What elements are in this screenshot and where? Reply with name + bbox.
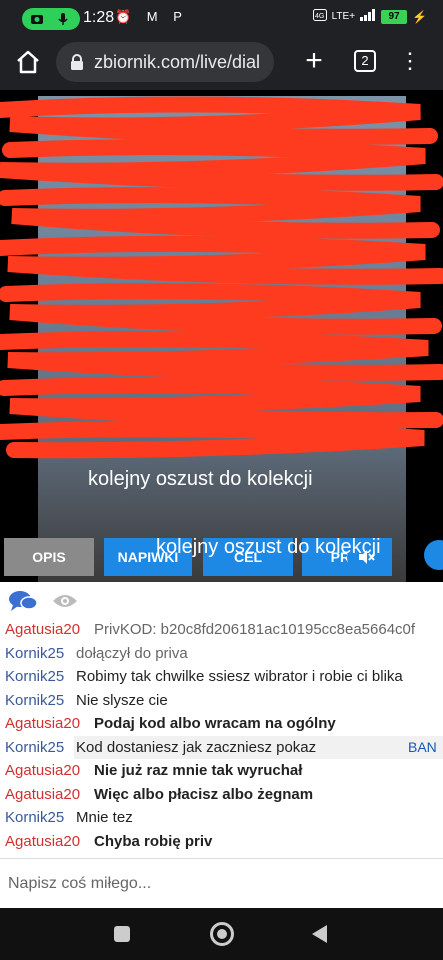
nickname[interactable]: Kornik25	[5, 642, 64, 665]
chat-message: Kornik25 Robimy tak chwilke ssiesz wibra…	[0, 665, 443, 689]
battery-icon: 97	[381, 9, 408, 24]
signal-icon	[360, 9, 376, 24]
camera-icon	[30, 12, 44, 26]
chat-message: Kornik25 Mnie tez	[0, 806, 443, 830]
message-text: Robimy tak chwilke ssiesz wibrator i rob…	[76, 668, 403, 685]
nickname[interactable]: Kornik25	[5, 689, 64, 712]
lock-icon	[70, 54, 84, 70]
back-icon[interactable]	[312, 925, 327, 943]
chat-message: Agatusia20 Podaj kod albo wracam na ogól…	[0, 712, 443, 736]
chat-message: Agatusia20 PrivKOD: b20c8fd206181ac10195…	[0, 618, 443, 642]
screen-record-indicator[interactable]	[22, 8, 80, 30]
opis-button[interactable]: OPIS	[4, 538, 94, 576]
chat-message: Agatusia20 Więc albo płacisz albo żegnam	[0, 783, 443, 807]
system-navigation-bar	[0, 908, 443, 960]
chat-message: Kornik25 Kod dostaniesz jak zaczniesz po…	[0, 735, 443, 760]
browser-toolbar: zbiornik.com/live/dial + 2 ⋮	[0, 34, 443, 90]
home-nav-icon[interactable]	[210, 922, 234, 946]
message-text: Kod dostaniesz jak zaczniesz pokaz	[76, 738, 317, 756]
eye-icon[interactable]	[52, 590, 78, 614]
redaction-scribble	[0, 96, 443, 459]
nickname[interactable]: Kornik25	[5, 665, 64, 688]
chat-message: Kornik25 dołączył do priva	[0, 642, 443, 666]
nickname[interactable]: Agatusia20	[5, 783, 80, 806]
new-tab-icon[interactable]: +	[298, 46, 330, 78]
nickname[interactable]: Agatusia20	[5, 618, 80, 641]
more-menu-icon[interactable]: ⋮	[398, 46, 422, 78]
notification-icons: ⏰ M P	[115, 9, 188, 24]
home-icon[interactable]	[12, 46, 44, 78]
message-text: Nie slysze cie	[76, 691, 168, 709]
tab-switcher-button[interactable]: 2	[354, 50, 376, 72]
nickname[interactable]: Agatusia20	[5, 712, 80, 735]
system-indicators: 4G LTE+ 97 ⚡	[312, 9, 427, 24]
message-text: PrivKOD: b20c8fd206181ac10195cc8ea5664c0…	[94, 621, 416, 638]
message-text: dołączył do priva	[76, 644, 188, 662]
chat-message: Agatusia20 Chyba robię priv	[0, 830, 443, 854]
chat-message-list: Agatusia20 PrivKOD: b20c8fd206181ac10195…	[0, 618, 443, 853]
chat-input-area	[0, 858, 443, 908]
live-video-player[interactable]: kolejny oszust do kolekcji OPIS NAPIWKI …	[0, 90, 443, 582]
message-text: Podaj kod albo wracam na ogólny	[94, 715, 336, 732]
nickname[interactable]: Agatusia20	[5, 759, 80, 782]
nickname[interactable]: Kornik25	[5, 736, 64, 759]
chat-input[interactable]	[8, 867, 436, 901]
chat-message: Agatusia20 Nie już raz mnie tak wyruchał	[0, 759, 443, 783]
address-bar[interactable]: zbiornik.com/live/dial	[56, 42, 274, 82]
message-text: Nie już raz mnie tak wyruchał	[94, 762, 303, 779]
overlay-message: kolejny oszust do kolekcji	[156, 536, 381, 558]
url-text: zbiornik.com/live/dial	[94, 52, 261, 72]
charging-icon: ⚡	[412, 9, 427, 24]
volte-icon: 4G	[312, 9, 327, 24]
clock: 1:28	[83, 9, 115, 26]
status-bar: 1:28 ⏰ M P 4G LTE+ 97 ⚡	[0, 0, 443, 34]
nickname[interactable]: Agatusia20	[5, 830, 80, 853]
chat-bubbles-icon[interactable]	[8, 590, 38, 614]
chat-panel: Agatusia20 PrivKOD: b20c8fd206181ac10195…	[0, 582, 443, 858]
chat-tabs	[8, 590, 78, 614]
message-text: Mnie tez	[76, 809, 133, 826]
microphone-icon	[56, 12, 70, 26]
chat-message: Kornik25 Nie slysze cie	[0, 689, 443, 713]
network-type: LTE+	[331, 11, 356, 22]
overlay-message: kolejny oszust do kolekcji	[88, 468, 313, 490]
nickname[interactable]: Kornik25	[5, 806, 64, 829]
message-text: Więc albo płacisz albo żegnam	[94, 785, 314, 803]
recents-icon[interactable]	[114, 926, 130, 942]
svg-text:4G: 4G	[315, 13, 324, 20]
message-text: Chyba robię priv	[94, 832, 213, 850]
ban-button[interactable]: BAN	[408, 736, 437, 759]
